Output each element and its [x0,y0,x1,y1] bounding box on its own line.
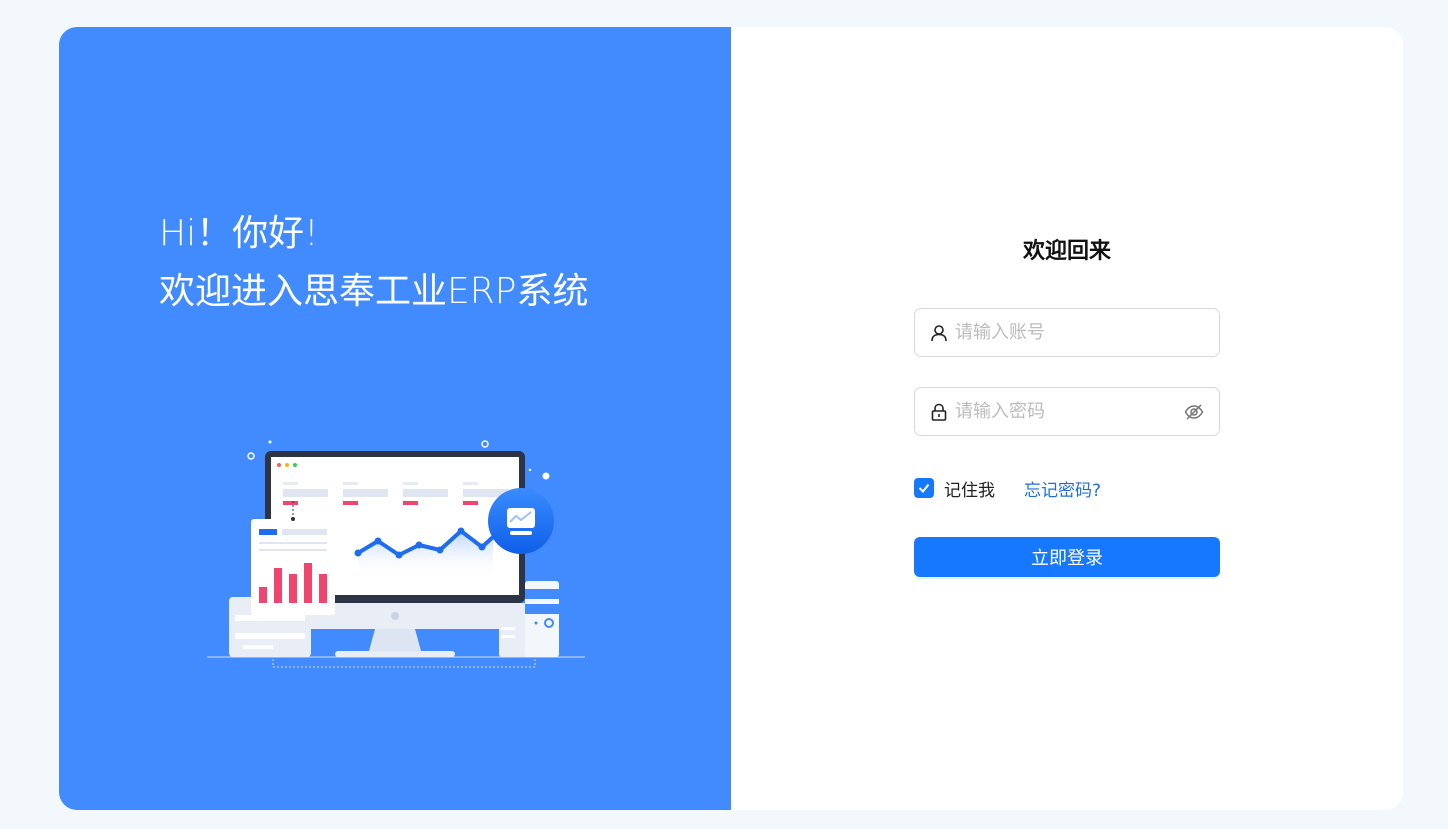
user-icon [929,323,949,343]
password-input[interactable] [955,388,1183,435]
welcome-greeting: Hi！你好! 欢迎进入思奉工业ERP系统 [159,205,588,321]
remember-label[interactable]: 记住我 [944,476,995,501]
greeting-line-2: 欢迎进入思奉工业ERP系统 [159,271,589,312]
login-panel: 欢迎回来 请输入账号 记住我 忘记密码? 立即登录 [731,27,1403,810]
forgot-password-link[interactable]: 忘记密码? [1024,476,1101,501]
login-card: Hi！你好! 欢迎进入思奉工业ERP系统 欢迎回来 请输入账号 记住我 忘记密码… [59,27,1403,810]
remember-checkbox[interactable] [914,478,934,498]
greeting-line-1: Hi！你好! [159,213,319,254]
password-field[interactable] [914,387,1220,436]
lock-icon [929,402,949,422]
login-button[interactable]: 立即登录 [914,537,1220,577]
login-title: 欢迎回来 [1022,239,1111,264]
eye-off-icon[interactable] [1183,401,1205,423]
dashboard-illustration [207,440,585,668]
remember-row: 记住我 忘记密码? [914,476,1220,501]
welcome-panel: Hi！你好! 欢迎进入思奉工业ERP系统 [59,27,731,810]
username-input[interactable] [955,309,1219,356]
check-icon [918,483,930,494]
username-field[interactable] [914,308,1220,357]
